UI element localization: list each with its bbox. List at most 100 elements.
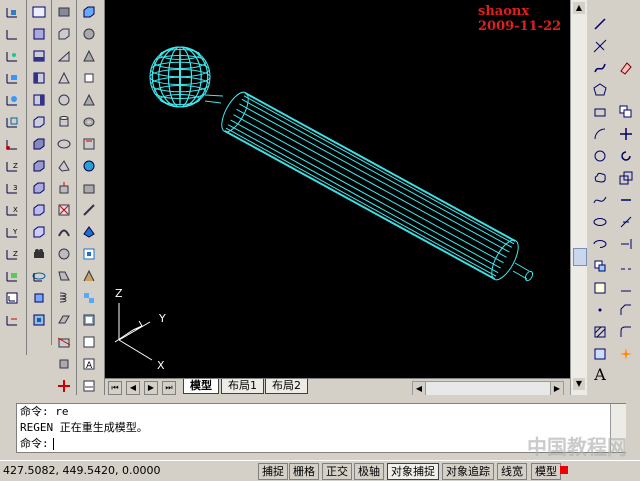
check-icon[interactable] [79, 332, 99, 352]
union-icon[interactable] [79, 2, 99, 22]
ucs-z-axis-icon[interactable]: Z [2, 156, 22, 176]
insert-block-icon[interactable] [590, 256, 610, 276]
offset-faces-icon[interactable] [79, 112, 99, 132]
drawing-canvas[interactable]: Z Y X shaonx 2009-11-22 [105, 0, 570, 378]
3d-pan-icon[interactable] [29, 288, 49, 308]
grid-toggle[interactable]: 栅格 [289, 463, 319, 480]
cylinder-icon[interactable] [54, 112, 74, 132]
sweep-icon[interactable] [54, 222, 74, 242]
mtext-icon[interactable]: A [590, 364, 610, 384]
polyline-icon[interactable] [590, 58, 610, 78]
left-view-icon[interactable] [29, 68, 49, 88]
imprint-icon[interactable] [79, 244, 99, 264]
named-ucs-icon[interactable] [2, 288, 22, 308]
scroll-left-arrow[interactable]: ◀ [413, 382, 426, 395]
ellipse-arc-icon[interactable] [590, 234, 610, 254]
last-tab-button[interactable]: ⏭ [162, 381, 176, 395]
ucs-previous-icon[interactable] [2, 46, 22, 66]
hatch-icon[interactable] [590, 322, 610, 342]
right-view-icon[interactable] [29, 90, 49, 110]
wedge-icon[interactable] [54, 46, 74, 66]
model-toggle[interactable]: 模型 [531, 463, 561, 480]
loft-icon[interactable] [54, 266, 74, 286]
first-tab-button[interactable]: ⏮ [108, 381, 122, 395]
vertical-scrollbar[interactable]: ▲ ▼ [570, 0, 587, 395]
scroll-thumb[interactable] [573, 248, 587, 266]
ucs-object-icon[interactable] [2, 90, 22, 110]
presspull-icon[interactable] [54, 200, 74, 220]
separate-icon[interactable] [79, 288, 99, 308]
trim-icon[interactable] [616, 212, 636, 232]
next-tab-button[interactable]: ▶ [144, 381, 158, 395]
make-block-icon[interactable] [590, 278, 610, 298]
torus-icon[interactable] [54, 134, 74, 154]
taper-faces-icon[interactable] [79, 178, 99, 198]
break-icon[interactable] [616, 256, 636, 276]
circle-icon[interactable] [590, 146, 610, 166]
rotate-faces-icon[interactable] [79, 156, 99, 176]
cone-icon[interactable] [54, 68, 74, 88]
extrude-faces-icon[interactable] [79, 68, 99, 88]
polygon-icon[interactable] [590, 80, 610, 100]
arc-icon[interactable] [590, 124, 610, 144]
3d-orbit-icon[interactable] [29, 266, 49, 286]
ucs-x-icon[interactable]: X [2, 200, 22, 220]
ucs-origin-icon[interactable] [2, 134, 22, 154]
prev-tab-button[interactable]: ◀ [126, 381, 140, 395]
scroll-down-arrow[interactable]: ▼ [573, 378, 585, 390]
ucs-y-icon[interactable]: Y [2, 222, 22, 242]
revcloud-icon[interactable] [590, 168, 610, 188]
extend-icon[interactable] [616, 234, 636, 254]
clean-icon[interactable] [79, 266, 99, 286]
erase-icon[interactable] [616, 58, 636, 78]
camera-icon[interactable] [29, 244, 49, 264]
rotate-icon[interactable] [616, 146, 636, 166]
3d-zoom-icon[interactable] [29, 310, 49, 330]
gradient-icon[interactable] [590, 344, 610, 364]
pyramid-icon[interactable] [54, 156, 74, 176]
copy-faces-icon[interactable] [79, 200, 99, 220]
helix-icon[interactable] [54, 288, 74, 308]
explode-icon[interactable] [616, 344, 636, 364]
status-tray-icon[interactable] [560, 466, 568, 474]
move-icon[interactable] [616, 124, 636, 144]
intersect-icon[interactable] [79, 46, 99, 66]
subtract-icon[interactable] [79, 24, 99, 44]
polar-toggle[interactable]: 极轴 [354, 463, 384, 480]
otrack-toggle[interactable]: 对象追踪 [442, 463, 494, 480]
stretch-icon[interactable] [616, 190, 636, 210]
fillet-icon[interactable] [616, 322, 636, 342]
se-iso-icon[interactable] [29, 178, 49, 198]
move-faces-icon[interactable] [79, 90, 99, 110]
polysolid-icon[interactable] [54, 2, 74, 22]
color-faces-icon[interactable] [79, 222, 99, 242]
box-icon[interactable] [54, 24, 74, 44]
copy-icon[interactable] [616, 102, 636, 122]
rectangle-icon[interactable] [590, 102, 610, 122]
3d-move-icon[interactable] [54, 376, 74, 396]
extrude-icon[interactable] [54, 178, 74, 198]
top-view-icon[interactable] [29, 24, 49, 44]
snap-toggle[interactable]: 捕捉 [258, 463, 288, 480]
osnap-toggle[interactable]: 对象捕捉 [387, 463, 439, 480]
bottom-view-icon[interactable] [29, 46, 49, 66]
dimension-icon[interactable] [79, 376, 99, 396]
nw-iso-icon[interactable] [29, 222, 49, 242]
named-views-icon[interactable] [29, 2, 49, 22]
shell-icon[interactable] [79, 310, 99, 330]
tab-model[interactable]: 模型 [183, 379, 219, 394]
revolve-icon[interactable] [54, 244, 74, 264]
spline-icon[interactable] [590, 190, 610, 210]
planar-surface-icon[interactable] [54, 310, 74, 330]
ucs-dialog-icon[interactable] [2, 310, 22, 330]
scale-icon[interactable] [616, 168, 636, 188]
ucs-apply-icon[interactable] [2, 266, 22, 286]
ne-iso-icon[interactable] [29, 200, 49, 220]
line-icon[interactable] [590, 14, 610, 34]
front-view-icon[interactable] [29, 112, 49, 132]
point-icon[interactable] [590, 300, 610, 320]
slice-icon[interactable] [54, 332, 74, 352]
ucs-icon[interactable] [2, 2, 22, 22]
join-icon[interactable] [616, 278, 636, 298]
ucs-face-icon[interactable] [2, 68, 22, 88]
